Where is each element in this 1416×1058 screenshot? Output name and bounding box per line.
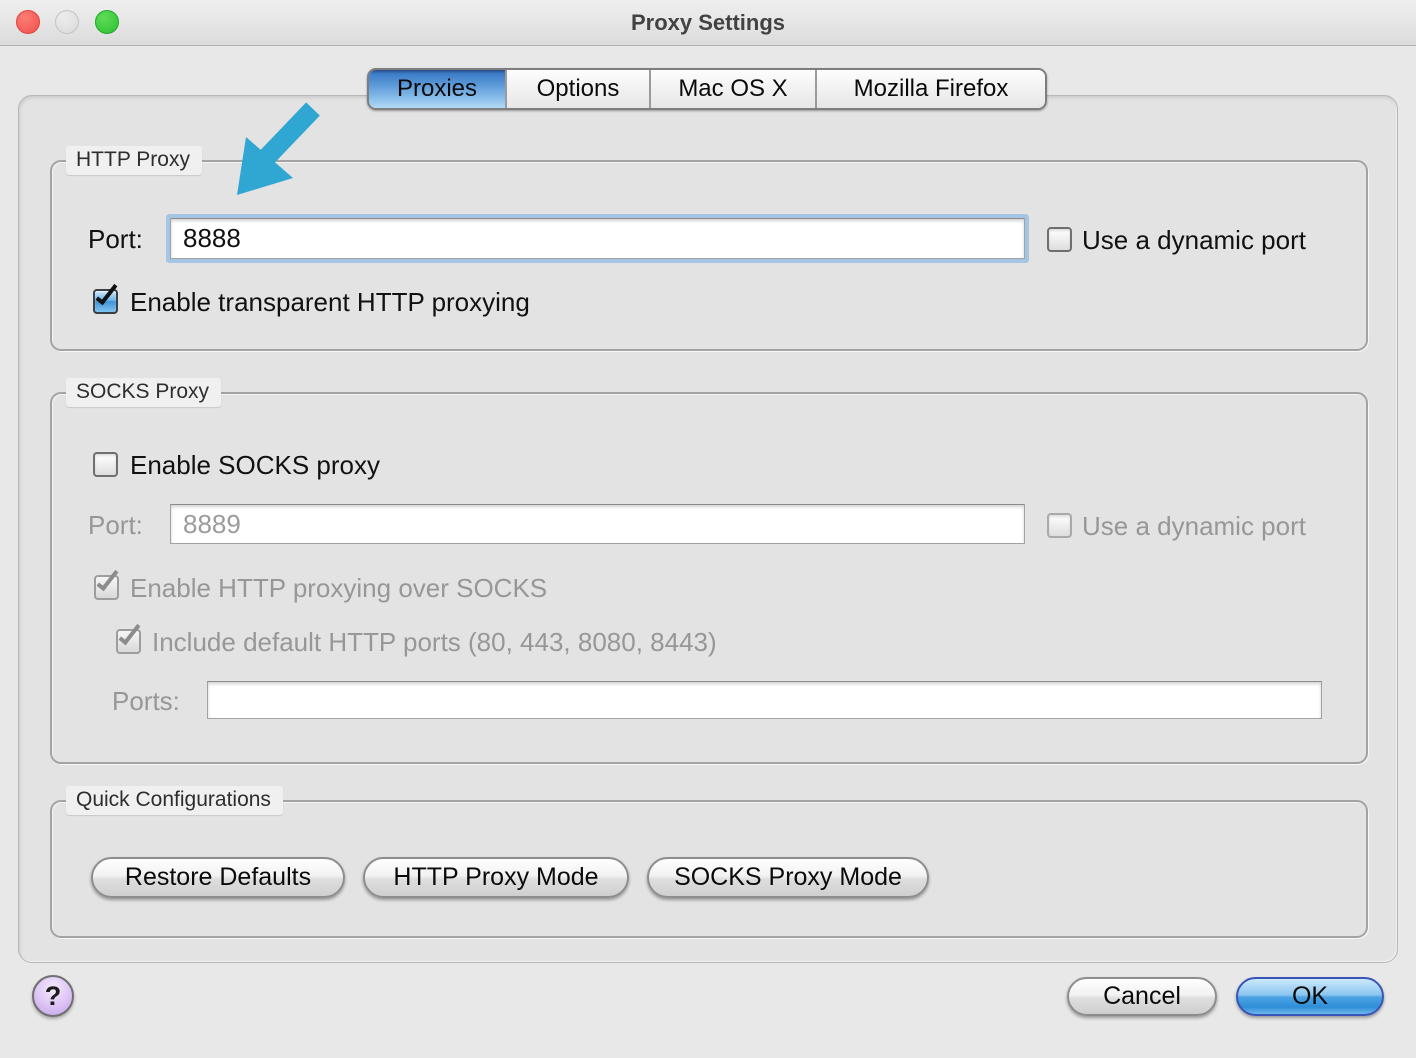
socks-port-input bbox=[170, 504, 1025, 544]
annotation-arrow-icon bbox=[215, 93, 335, 203]
socks-ports-input bbox=[207, 681, 1322, 719]
socks-dynamic-port-label: Use a dynamic port bbox=[1082, 511, 1306, 542]
restore-defaults-button[interactable]: Restore Defaults bbox=[91, 857, 345, 898]
help-button[interactable]: ? bbox=[32, 975, 74, 1017]
socks-dynamic-port-checkbox bbox=[1047, 513, 1072, 538]
socks-port-label: Port: bbox=[88, 510, 143, 541]
tab-options[interactable]: Options bbox=[507, 70, 651, 108]
socks-proxy-section-title: SOCKS Proxy bbox=[66, 378, 221, 407]
title-bar: Proxy Settings bbox=[0, 0, 1416, 46]
http-proxy-section-title: HTTP Proxy bbox=[66, 146, 202, 175]
http-proxy-mode-button[interactable]: HTTP Proxy Mode bbox=[363, 857, 629, 898]
http-transparent-label: Enable transparent HTTP proxying bbox=[130, 287, 530, 318]
tab-proxies[interactable]: Proxies bbox=[369, 70, 507, 108]
http-proxy-port-input[interactable] bbox=[170, 218, 1025, 259]
cancel-button[interactable]: Cancel bbox=[1067, 977, 1217, 1016]
window-title: Proxy Settings bbox=[0, 0, 1416, 46]
socks-include-default-checkbox bbox=[116, 629, 141, 654]
tab-mac-os-x[interactable]: Mac OS X bbox=[651, 70, 817, 108]
http-transparent-checkbox[interactable] bbox=[93, 289, 118, 314]
tab-mozilla-firefox[interactable]: Mozilla Firefox bbox=[817, 70, 1045, 108]
socks-http-over-socks-checkbox bbox=[94, 575, 119, 600]
socks-enable-label: Enable SOCKS proxy bbox=[130, 450, 380, 481]
socks-http-over-socks-label: Enable HTTP proxying over SOCKS bbox=[130, 573, 547, 604]
proxy-settings-window: { "window": { "title": "Proxy Settings" … bbox=[0, 0, 1416, 1058]
ok-button[interactable]: OK bbox=[1236, 977, 1384, 1016]
http-dynamic-port-checkbox[interactable] bbox=[1047, 227, 1072, 252]
quick-configurations-section-title: Quick Configurations bbox=[66, 786, 283, 815]
question-mark-icon: ? bbox=[45, 981, 62, 1012]
http-port-label: Port: bbox=[88, 224, 143, 255]
socks-enable-checkbox[interactable] bbox=[93, 452, 118, 477]
tab-bar: Proxies Options Mac OS X Mozilla Firefox bbox=[367, 68, 1047, 110]
http-dynamic-port-label: Use a dynamic port bbox=[1082, 225, 1306, 256]
socks-ports-label: Ports: bbox=[112, 686, 180, 717]
socks-include-default-label: Include default HTTP ports (80, 443, 808… bbox=[152, 627, 717, 658]
socks-proxy-mode-button[interactable]: SOCKS Proxy Mode bbox=[647, 857, 929, 898]
